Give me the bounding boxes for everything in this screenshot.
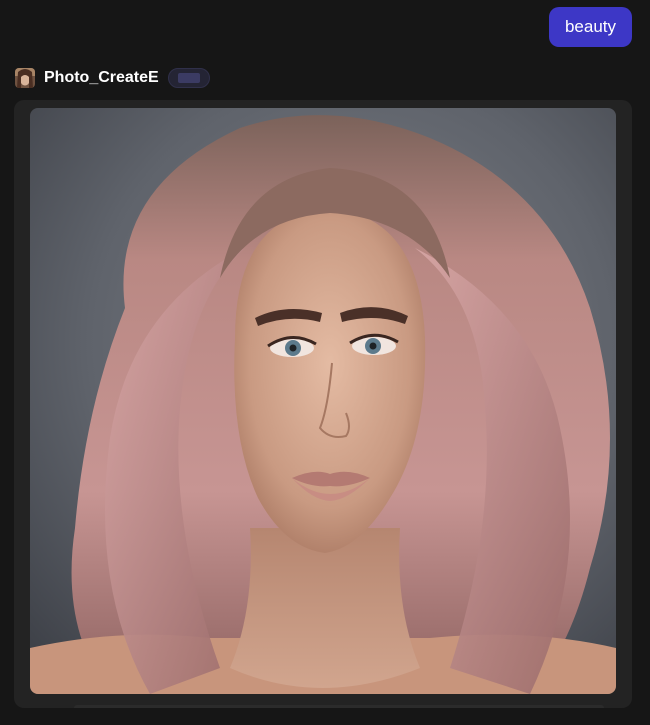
image-message-card [14, 100, 632, 708]
badge-graphic [177, 73, 200, 83]
user-message-bubble: beauty [548, 7, 632, 47]
card-bottom-edge [74, 705, 604, 708]
chat-page: beauty Photo_CreateE [0, 0, 650, 725]
generated-portrait-image[interactable] [30, 108, 616, 694]
bot-header: Photo_CreateE [15, 67, 210, 89]
bot-name[interactable]: Photo_CreateE [44, 69, 159, 87]
bot-badge[interactable] [167, 68, 210, 88]
portrait-illustration [30, 108, 616, 694]
portrait-avatar-icon[interactable] [15, 68, 35, 88]
